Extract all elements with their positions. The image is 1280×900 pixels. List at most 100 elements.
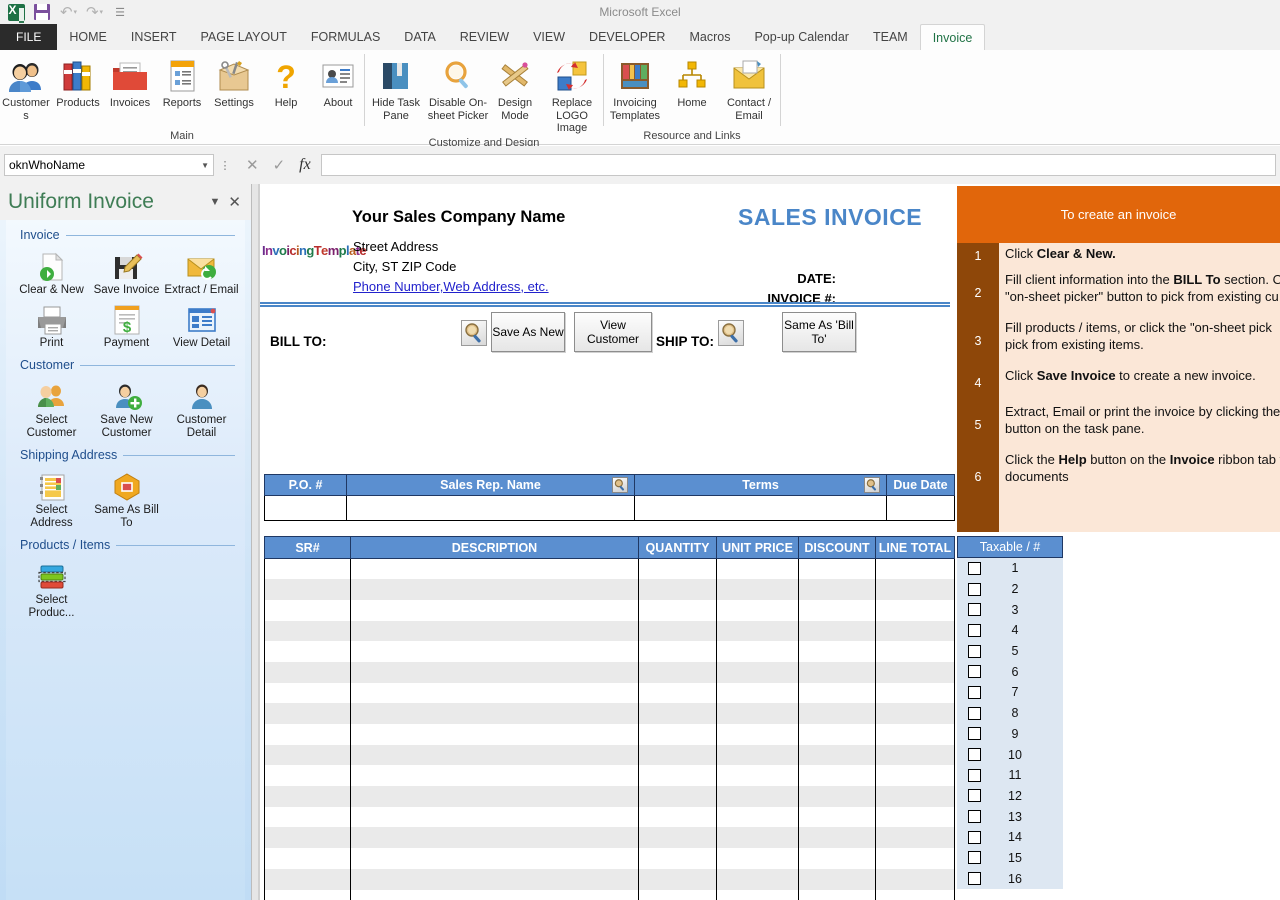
items-cell-description[interactable] [350, 848, 639, 869]
items-cell-discount[interactable] [798, 868, 876, 890]
items-cell-description[interactable] [350, 744, 639, 766]
ribbon-button-reports[interactable]: Reports [156, 54, 208, 111]
items-cell-line-total[interactable] [875, 641, 955, 662]
ribbon-tab-invoice[interactable]: Invoice [919, 24, 986, 50]
ribbon-tab-review[interactable]: REVIEW [448, 24, 521, 50]
task-pane-item-select-address[interactable]: Select Address [14, 466, 89, 532]
terms-picker-icon[interactable] [864, 477, 880, 493]
items-cell-discount[interactable] [798, 641, 876, 662]
task-pane-item-customer-detail[interactable]: Customer Detail [164, 376, 239, 442]
ribbon-tab-popup-calendar[interactable]: Pop-up Calendar [742, 24, 861, 50]
taxable-checkbox[interactable] [968, 748, 981, 762]
ribbon-tab-insert[interactable]: INSERT [119, 24, 189, 50]
items-cell-sr[interactable] [264, 579, 351, 600]
ribbon-tab-file[interactable]: FILE [0, 24, 58, 50]
items-cell-discount[interactable] [798, 682, 876, 704]
name-box[interactable]: oknWhoName ▼ [4, 154, 214, 176]
items-cell-description[interactable] [350, 579, 639, 600]
items-cell-unit-price[interactable] [716, 827, 799, 849]
close-icon[interactable]: ✕ [226, 193, 243, 211]
ribbon-button-home[interactable]: Home [666, 54, 718, 111]
items-cell-description[interactable] [350, 724, 639, 745]
items-cell-quantity[interactable] [638, 620, 717, 642]
items-cell-sr[interactable] [264, 868, 351, 890]
items-cell-line-total[interactable] [875, 724, 955, 745]
items-cell-discount[interactable] [798, 724, 876, 745]
items-cell-quantity[interactable] [638, 641, 717, 662]
undo-icon[interactable]: ↶▾ [56, 1, 80, 23]
items-cell-sr[interactable] [264, 558, 351, 580]
ribbon-button-invoicing-templates[interactable]: Invoicing Templates [604, 54, 666, 123]
items-cell-line-total[interactable] [875, 848, 955, 869]
items-cell-sr[interactable] [264, 703, 351, 724]
items-cell-line-total[interactable] [875, 744, 955, 766]
taxable-checkbox[interactable] [968, 706, 981, 720]
taxable-checkbox[interactable] [968, 603, 981, 617]
ribbon-tab-view[interactable]: VIEW [521, 24, 577, 50]
view-customer-button[interactable]: View Customer [574, 312, 652, 352]
items-cell-quantity[interactable] [638, 661, 717, 683]
cancel-icon[interactable]: ✕ [246, 156, 259, 174]
items-cell-unit-price[interactable] [716, 765, 799, 787]
task-pane-item-save-new-customer[interactable]: Save New Customer [89, 376, 164, 442]
items-cell-quantity[interactable] [638, 744, 717, 766]
taxable-checkbox[interactable] [968, 685, 981, 699]
ribbon-tab-data[interactable]: DATA [392, 24, 447, 50]
same-as-bill-to-button[interactable]: Same As 'Bill To' [782, 312, 856, 352]
ribbon-button-about[interactable]: About [312, 54, 364, 111]
items-cell-discount[interactable] [798, 806, 876, 828]
formula-bar-handle[interactable]: ⋮ [214, 159, 236, 172]
items-cell-line-total[interactable] [875, 599, 955, 621]
ribbon-button-help[interactable]: ? Help [260, 54, 312, 111]
taxable-checkbox[interactable] [968, 810, 981, 824]
po-cell-sales-rep[interactable] [346, 495, 635, 521]
items-cell-line-total[interactable] [875, 579, 955, 600]
items-cell-discount[interactable] [798, 848, 876, 869]
ribbon-button-hide-task-pane[interactable]: Hide Task Pane [365, 54, 427, 123]
items-cell-description[interactable] [350, 806, 639, 828]
chevron-down-icon[interactable]: ▼ [204, 196, 227, 208]
items-cell-sr[interactable] [264, 765, 351, 787]
items-cell-discount[interactable] [798, 558, 876, 580]
formula-input[interactable] [320, 154, 1276, 176]
ribbon-tab-team[interactable]: TEAM [861, 24, 920, 50]
items-cell-quantity[interactable] [638, 868, 717, 890]
ribbon-button-design-mode[interactable]: Design Mode [489, 54, 541, 123]
items-cell-line-total[interactable] [875, 620, 955, 642]
items-cell-quantity[interactable] [638, 889, 717, 900]
items-cell-discount[interactable] [798, 579, 876, 600]
items-cell-unit-price[interactable] [716, 620, 799, 642]
items-cell-line-total[interactable] [875, 868, 955, 890]
save-icon[interactable] [30, 1, 54, 23]
ribbon-button-products[interactable]: Products [52, 54, 104, 111]
task-pane-item-save-invoice[interactable]: Save Invoice [89, 246, 164, 299]
taxable-checkbox[interactable] [968, 851, 981, 865]
items-cell-sr[interactable] [264, 786, 351, 807]
items-cell-line-total[interactable] [875, 889, 955, 900]
po-cell-terms[interactable] [634, 495, 887, 521]
items-cell-unit-price[interactable] [716, 703, 799, 724]
items-cell-line-total[interactable] [875, 786, 955, 807]
items-cell-discount[interactable] [798, 599, 876, 621]
items-cell-discount[interactable] [798, 889, 876, 900]
ribbon-button-disable-onsheet-picker[interactable]: Disable On-sheet Picker [427, 54, 489, 123]
items-cell-description[interactable] [350, 827, 639, 849]
items-cell-discount[interactable] [798, 786, 876, 807]
redo-icon[interactable]: ↷▾ [82, 1, 106, 23]
items-cell-sr[interactable] [264, 806, 351, 828]
items-cell-unit-price[interactable] [716, 641, 799, 662]
items-cell-sr[interactable] [264, 827, 351, 849]
items-cell-line-total[interactable] [875, 765, 955, 787]
items-cell-sr[interactable] [264, 682, 351, 704]
items-cell-unit-price[interactable] [716, 579, 799, 600]
items-cell-sr[interactable] [264, 620, 351, 642]
items-cell-sr[interactable] [264, 641, 351, 662]
items-cell-description[interactable] [350, 599, 639, 621]
task-pane-item-payment[interactable]: $ Payment [89, 299, 164, 352]
ribbon-button-replace-logo-image[interactable]: Replace LOGO Image [541, 54, 603, 136]
ship-to-picker-icon[interactable] [718, 320, 744, 346]
items-cell-quantity[interactable] [638, 599, 717, 621]
items-cell-unit-price[interactable] [716, 848, 799, 869]
ribbon-tab-page-layout[interactable]: PAGE LAYOUT [188, 24, 298, 50]
items-cell-unit-price[interactable] [716, 786, 799, 807]
